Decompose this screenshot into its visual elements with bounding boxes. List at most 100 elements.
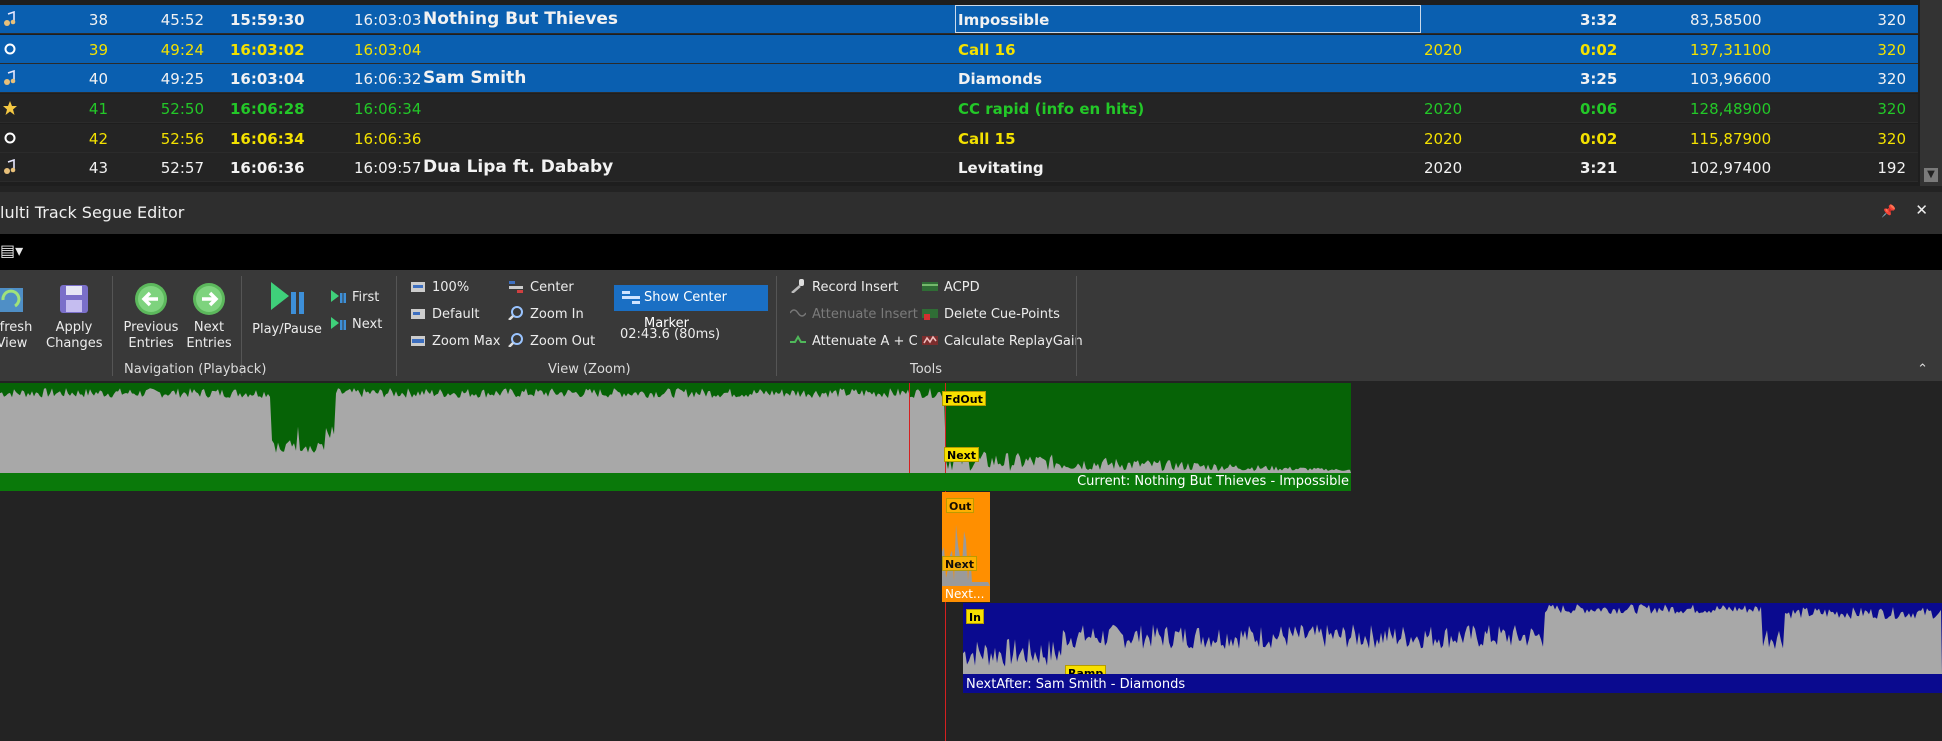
first-label: First — [352, 290, 380, 305]
replaygain-icon — [922, 335, 938, 345]
zoom-default-icon — [411, 309, 425, 319]
row-time-3: 16:03:03 — [354, 11, 422, 29]
row-time-2: 16:06:34 — [230, 130, 305, 148]
attenuate-insert-button: Attenuate Insert — [790, 305, 918, 325]
playlist-grid: 38 45:52 15:59:30 16:03:03 Nothing But T… — [0, 0, 1942, 186]
row-year: 2020 — [1424, 159, 1463, 177]
current-track-waveform[interactable]: FdOut Next Current: Nothing But Thieves … — [0, 383, 1351, 741]
next-track-waveform[interactable]: Out Next Next... — [942, 492, 990, 602]
layout-menu-icon[interactable]: ▤▾ — [0, 241, 23, 260]
zoom-out-label: Zoom Out — [530, 334, 596, 349]
play-pause-button[interactable]: Play/Pause — [252, 280, 322, 338]
title-cell-focus[interactable] — [955, 5, 1421, 33]
nextafter-waveform — [963, 604, 1942, 674]
row-time-3: 16:03:04 — [354, 41, 422, 59]
zoom-out-button[interactable]: Zoom Out — [508, 332, 595, 352]
row-time-2: 16:06:28 — [230, 100, 305, 118]
row-artist: Sam Smith — [423, 68, 527, 88]
zoom-in-button[interactable]: Zoom In — [508, 305, 584, 325]
zoom-in-label: Zoom In — [530, 307, 584, 322]
delete-cue-points-button[interactable]: Delete Cue-Points — [922, 305, 1060, 325]
next-entries-button[interactable]: Next Entries — [184, 282, 234, 352]
playlist-row[interactable]: 42 52:56 16:06:34 16:06:36 Call 15 2020 … — [0, 124, 1918, 153]
attenuate-ac-icon — [790, 335, 806, 343]
arrow-left-icon — [135, 283, 167, 315]
previous-entries-button[interactable]: Previous Entries — [122, 282, 180, 352]
acpd-label: ACPD — [944, 280, 980, 295]
row-number: 41 — [88, 100, 108, 118]
playlist-row[interactable]: 43 52:57 16:06:36 16:09:57 Dua Lipa ft. … — [0, 153, 1918, 182]
ribbon-separator — [1076, 276, 1077, 376]
row-number: 39 — [88, 41, 108, 59]
default-zoom-button[interactable]: Default — [410, 305, 480, 325]
refresh-label-1: efresh — [0, 320, 33, 335]
row-bitrate: 192 — [1877, 159, 1906, 177]
first-button[interactable]: First — [330, 288, 379, 308]
ribbon-separator — [241, 276, 242, 376]
position-readout: 02:43.6 (80ms) — [620, 327, 721, 342]
cue-marker-fdout[interactable]: FdOut — [942, 391, 986, 406]
cue-marker-next[interactable]: Next — [944, 447, 980, 462]
ribbon-separator — [396, 276, 397, 376]
calculate-replaygain-button[interactable]: Calculate ReplayGain — [922, 332, 1083, 352]
playlist-row[interactable]: 40 49:25 16:03:04 16:06:32 Sam Smith Dia… — [0, 64, 1918, 93]
row-time-1: 52:56 — [160, 130, 204, 148]
cue-marker-next-2[interactable]: Next — [942, 556, 978, 571]
next-track-label: Next... — [945, 587, 985, 601]
center-label: Center — [530, 280, 574, 295]
save-icon — [60, 285, 88, 313]
apply-label-1: Apply — [55, 320, 93, 335]
ribbon-separator — [776, 276, 777, 376]
prev-label-2: Entries — [128, 336, 174, 351]
row-number: 38 — [88, 11, 108, 29]
playpause-label: Play/Pause — [252, 322, 322, 337]
play-pause-icon — [271, 282, 304, 314]
scroll-down-arrow-icon[interactable]: ▼ — [1924, 168, 1938, 182]
playlist-scrollbar[interactable]: ▼ — [1920, 0, 1942, 186]
apply-changes-button[interactable]: Apply Changes — [46, 282, 103, 352]
center-marker-icon — [622, 291, 640, 304]
row-title: Diamonds — [958, 70, 1042, 88]
attenuate-ac-button[interactable]: Attenuate A + C — [790, 332, 918, 352]
record-insert-button[interactable]: Record Insert — [790, 278, 898, 298]
row-year: 2020 — [1424, 130, 1463, 148]
row-number: 40 — [88, 70, 108, 88]
next-play-button[interactable]: Next — [330, 315, 382, 335]
cue-marker-in[interactable]: In — [966, 609, 984, 624]
collapse-ribbon-icon[interactable]: ⌃ — [1917, 362, 1928, 377]
arrow-right-icon — [193, 283, 225, 315]
playhead-line — [909, 383, 910, 473]
row-title: CC rapid (info en hits) — [958, 100, 1145, 118]
refresh-view-button[interactable]: efresh View — [0, 282, 38, 352]
nextafter-track-label: NextAfter: Sam Smith - Diamonds — [963, 674, 1942, 693]
row-bitrate: 320 — [1877, 11, 1906, 29]
play-next-icon — [331, 317, 346, 330]
zoom-out-icon — [508, 333, 523, 347]
row-number: 42 — [88, 130, 108, 148]
zoom-max-button[interactable]: Zoom Max — [410, 332, 501, 352]
row-title: Levitating — [958, 159, 1044, 177]
close-icon[interactable]: ✕ — [1915, 201, 1928, 219]
menu-strip: ▤▾ — [0, 234, 1942, 270]
row-time-1: 52:50 — [160, 100, 204, 118]
music-note-icon — [2, 10, 18, 27]
zoom-100-label: 100% — [432, 280, 470, 295]
row-duration: 0:02 — [1580, 41, 1618, 59]
delete-cue-icon — [922, 309, 938, 320]
zoom-100-button[interactable]: 100% — [410, 278, 469, 298]
acpd-button[interactable]: ACPD — [922, 278, 980, 298]
acpd-icon — [922, 282, 938, 291]
pin-icon[interactable]: 📌 — [1881, 204, 1896, 218]
playlist-row[interactable]: 39 49:24 16:03:02 16:03:04 Call 16 2020 … — [0, 35, 1918, 64]
row-duration: 3:25 — [1580, 70, 1618, 88]
music-note-icon — [2, 158, 18, 175]
row-time-2: 16:06:36 — [230, 159, 305, 177]
row-title: Call 15 — [958, 130, 1016, 148]
playlist-row[interactable]: 41 52:50 16:06:28 16:06:34 CC rapid (inf… — [0, 94, 1918, 123]
cue-marker-out[interactable]: Out — [946, 498, 975, 513]
show-center-marker-toggle[interactable]: Show Center Marker — [614, 285, 768, 331]
next-label-1: Next — [193, 320, 225, 335]
row-bpm: 102,97400 — [1690, 159, 1772, 177]
nextafter-track-waveform[interactable]: In Ramp NextAfter: Sam Smith - Diamonds — [963, 603, 1942, 693]
center-button[interactable]: Center — [508, 278, 574, 298]
